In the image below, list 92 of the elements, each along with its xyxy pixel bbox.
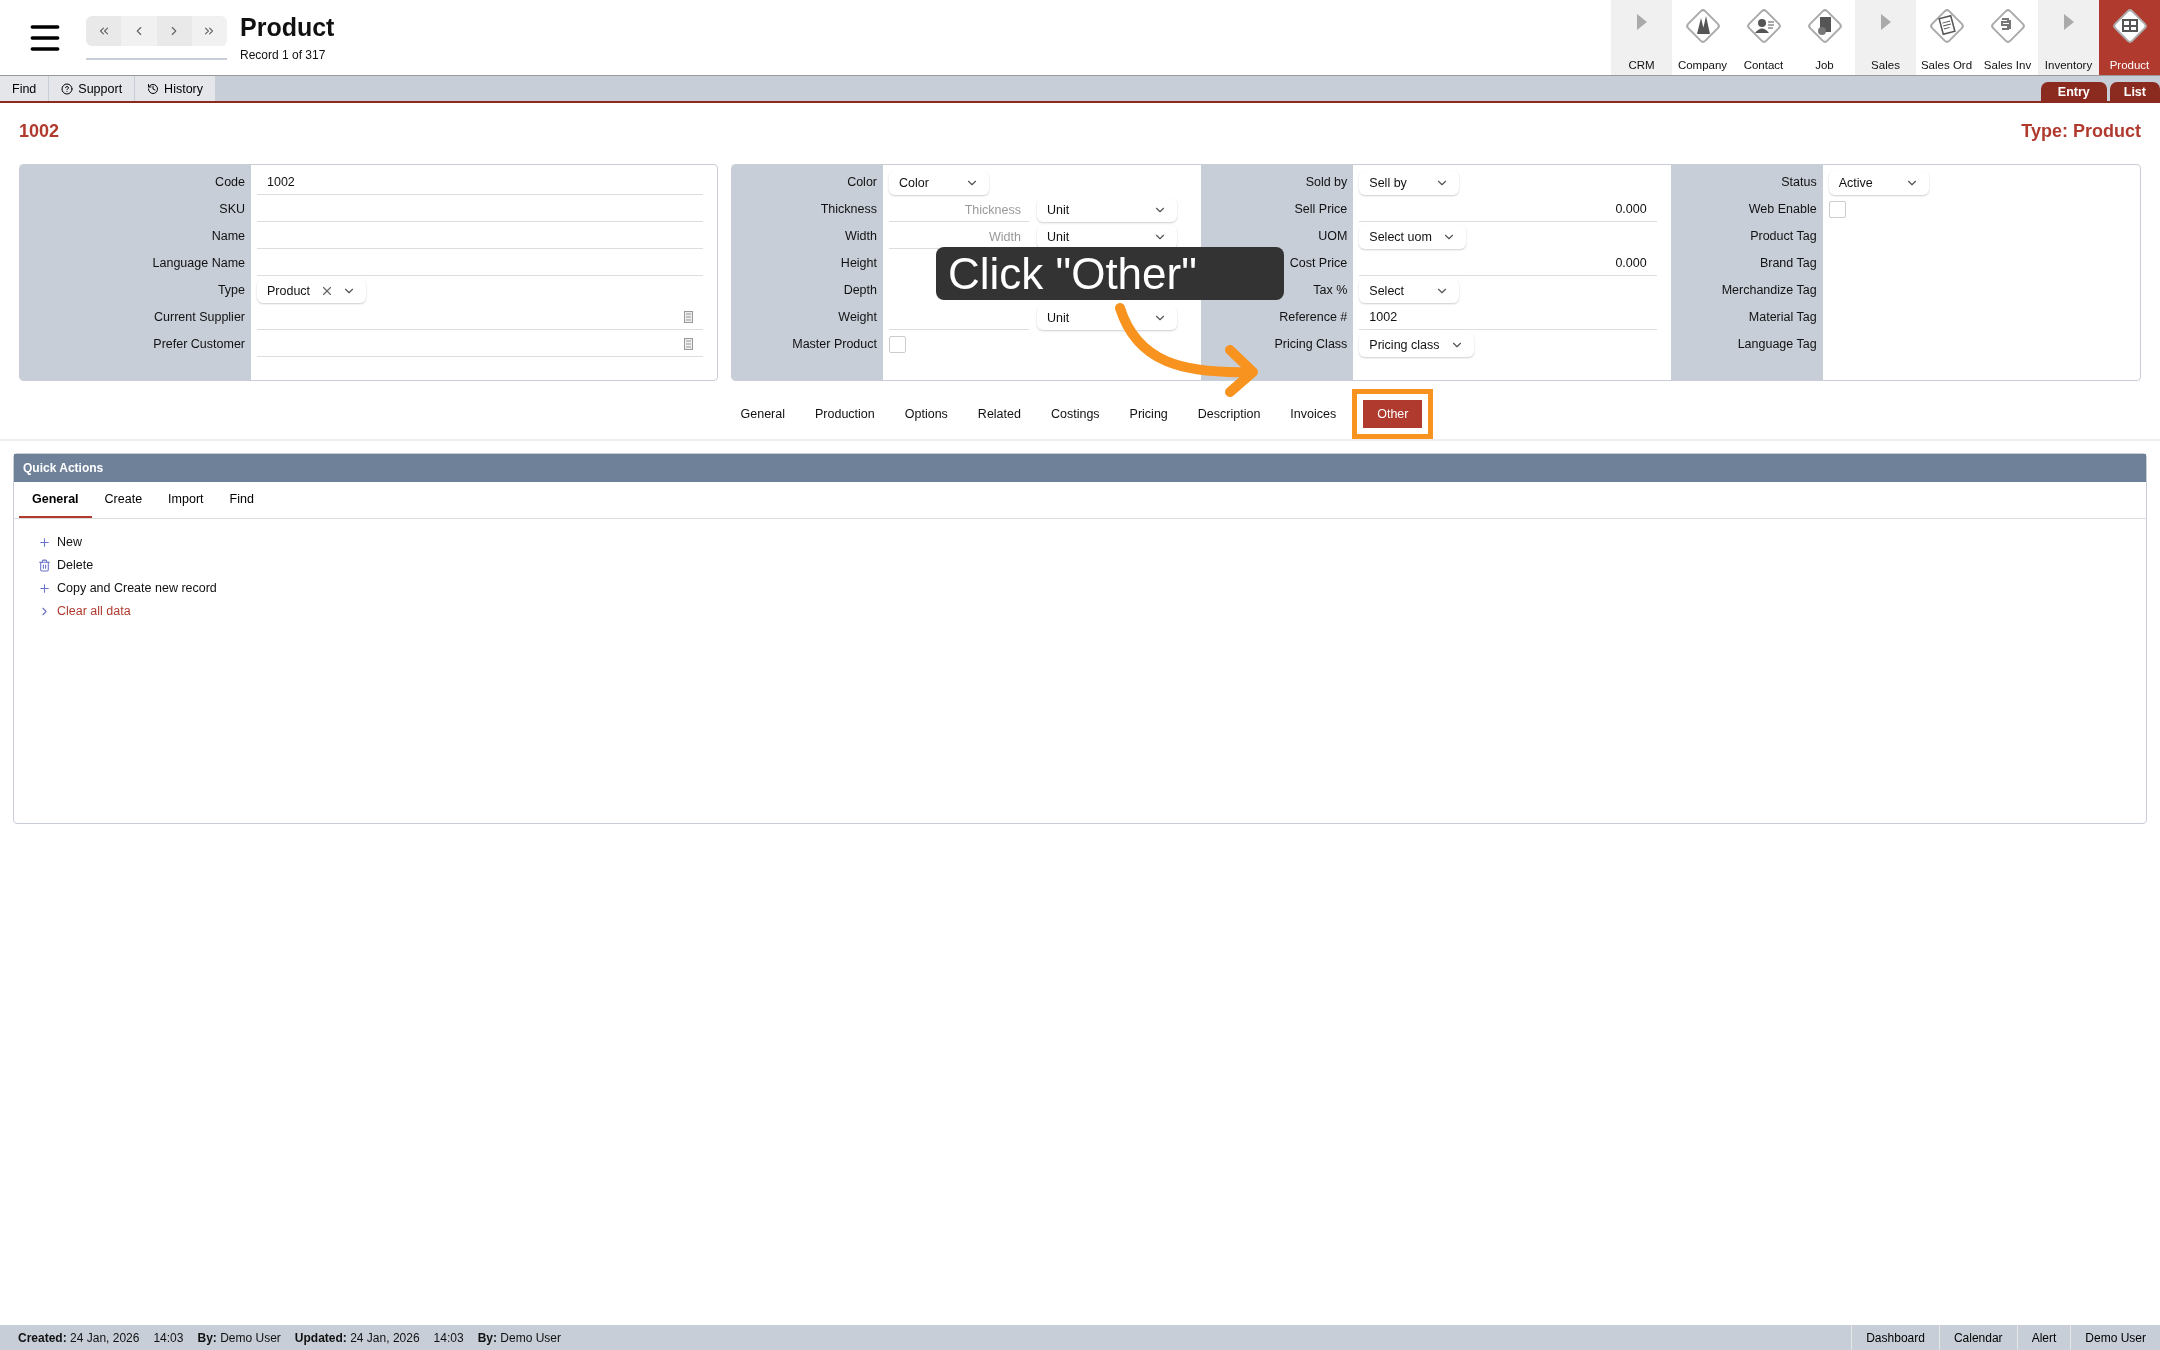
field-label: Brand Tag	[1758, 255, 1818, 272]
field-label: Color	[846, 174, 878, 191]
previous-record-button[interactable]	[121, 16, 157, 46]
checkbox[interactable]	[889, 336, 906, 353]
module-button[interactable]: Product	[2099, 0, 2160, 75]
status-text: 14:03	[153, 1330, 184, 1345]
field-label: Status	[1780, 174, 1818, 191]
play-icon	[1880, 14, 1891, 30]
unit-select[interactable]: Unit	[1037, 224, 1177, 249]
view-tab[interactable]: Entry	[2040, 82, 2107, 101]
field-label: Weight	[837, 309, 878, 326]
field-label: Merchandize Tag	[1720, 282, 1818, 299]
select-field[interactable]: Select	[1359, 278, 1460, 303]
module-button[interactable]: Inventory	[2038, 0, 2099, 75]
number-field[interactable]: 0.000	[1359, 251, 1657, 276]
text-field[interactable]: 1002	[257, 170, 703, 195]
field-label: Tax %	[1312, 282, 1349, 299]
page-title: Product	[240, 13, 335, 42]
field-label: Width	[844, 228, 878, 245]
field-label: Prefer Customer	[152, 336, 246, 353]
book-icon	[684, 311, 693, 323]
field-label: Material Tag	[1747, 309, 1818, 326]
field-label: Current Supplier	[153, 309, 246, 326]
book-icon	[684, 338, 693, 350]
module-button[interactable]: Sales	[1855, 0, 1916, 75]
field-label: Web Enable	[1747, 201, 1818, 218]
field-label: Language Name	[151, 255, 246, 272]
select-field[interactable]: Sell by	[1359, 170, 1460, 195]
help-icon	[61, 82, 74, 95]
toolbar-button[interactable]: Find	[0, 76, 50, 101]
record-type: Type: Product	[2021, 121, 2141, 143]
field-label: Type	[216, 282, 246, 299]
action-link[interactable]: Clear all data	[38, 604, 131, 618]
panel-tab[interactable]: Create	[91, 482, 156, 518]
status-text: Updated: 24 Jan, 2026	[294, 1330, 420, 1345]
play-icon	[1636, 14, 1647, 30]
footer-link[interactable]: Calendar	[1938, 1325, 2017, 1350]
toolbar-button[interactable]: Support	[49, 76, 136, 101]
field-label: Product Tag	[1749, 228, 1818, 245]
section-tab[interactable]: Other	[1352, 389, 1434, 439]
text-field[interactable]: 1002	[1359, 305, 1657, 330]
module-button[interactable]: CRM	[1611, 0, 1672, 75]
select-field[interactable]: Color	[889, 170, 989, 195]
field-label: Language Tag	[1736, 336, 1818, 353]
field-label: Sell Price	[1293, 201, 1349, 218]
toolbar-button[interactable]: History	[135, 76, 216, 101]
panel-tab[interactable]: Import	[155, 482, 217, 518]
unit-select[interactable]: Unit	[1037, 197, 1177, 222]
trash-icon	[38, 558, 51, 572]
record-code: 1002	[19, 121, 60, 143]
action-link[interactable]: New	[38, 535, 82, 549]
field-label: Pricing Class	[1273, 336, 1349, 353]
unit-select[interactable]: Unit	[1037, 305, 1177, 330]
last-record-button[interactable]	[191, 16, 227, 46]
footer-link[interactable]: Demo User	[2070, 1325, 2160, 1350]
field-label: Name	[210, 228, 246, 245]
status-text: By: Demo User	[477, 1330, 561, 1345]
next-record-button[interactable]	[156, 16, 192, 46]
field-label: SKU	[218, 201, 246, 218]
field-label: Sold by	[1304, 174, 1349, 191]
action-link[interactable]: Delete	[38, 558, 94, 572]
select-field[interactable]: Select uom	[1359, 224, 1466, 249]
checkbox[interactable]	[1828, 201, 1846, 218]
select-field[interactable]: Active	[1828, 170, 1929, 195]
field-label: Master Product	[791, 336, 878, 353]
field-label: UOM	[1317, 228, 1349, 245]
panel-header: Quick Actions	[14, 454, 2146, 482]
action-link[interactable]: Copy and Create new record	[38, 581, 217, 595]
status-text: Created: 24 Jan, 2026	[18, 1330, 140, 1345]
select-field[interactable]: Product	[257, 278, 367, 303]
select-field[interactable]: Pricing class	[1359, 332, 1474, 357]
footer-link[interactable]: Alert	[2016, 1325, 2071, 1350]
panel-tab[interactable]: Find	[216, 482, 267, 518]
status-text: 14:03	[433, 1330, 464, 1345]
field-label: Height	[839, 255, 878, 272]
view-tab[interactable]: List	[2109, 82, 2160, 101]
plus-icon	[38, 535, 51, 549]
record-counter: Record 1 of 317	[240, 48, 327, 62]
number-field[interactable]: 0.000	[1359, 197, 1657, 222]
field-label: Thickness	[819, 201, 878, 218]
field-label: Code	[214, 174, 246, 191]
field-label: Depth	[842, 282, 878, 299]
instruction-tooltip: Click "Other"	[936, 247, 1284, 300]
field-label: Reference #	[1278, 309, 1349, 326]
field-label: Cost Price	[1288, 255, 1349, 272]
status-text: By: Demo User	[197, 1330, 281, 1345]
panel-tab[interactable]: General	[19, 482, 92, 518]
plus-icon	[38, 581, 51, 595]
first-record-button[interactable]	[86, 16, 122, 46]
footer-link[interactable]: Dashboard	[1851, 1325, 1939, 1350]
history-icon	[147, 82, 160, 95]
play-icon	[2063, 14, 2074, 30]
